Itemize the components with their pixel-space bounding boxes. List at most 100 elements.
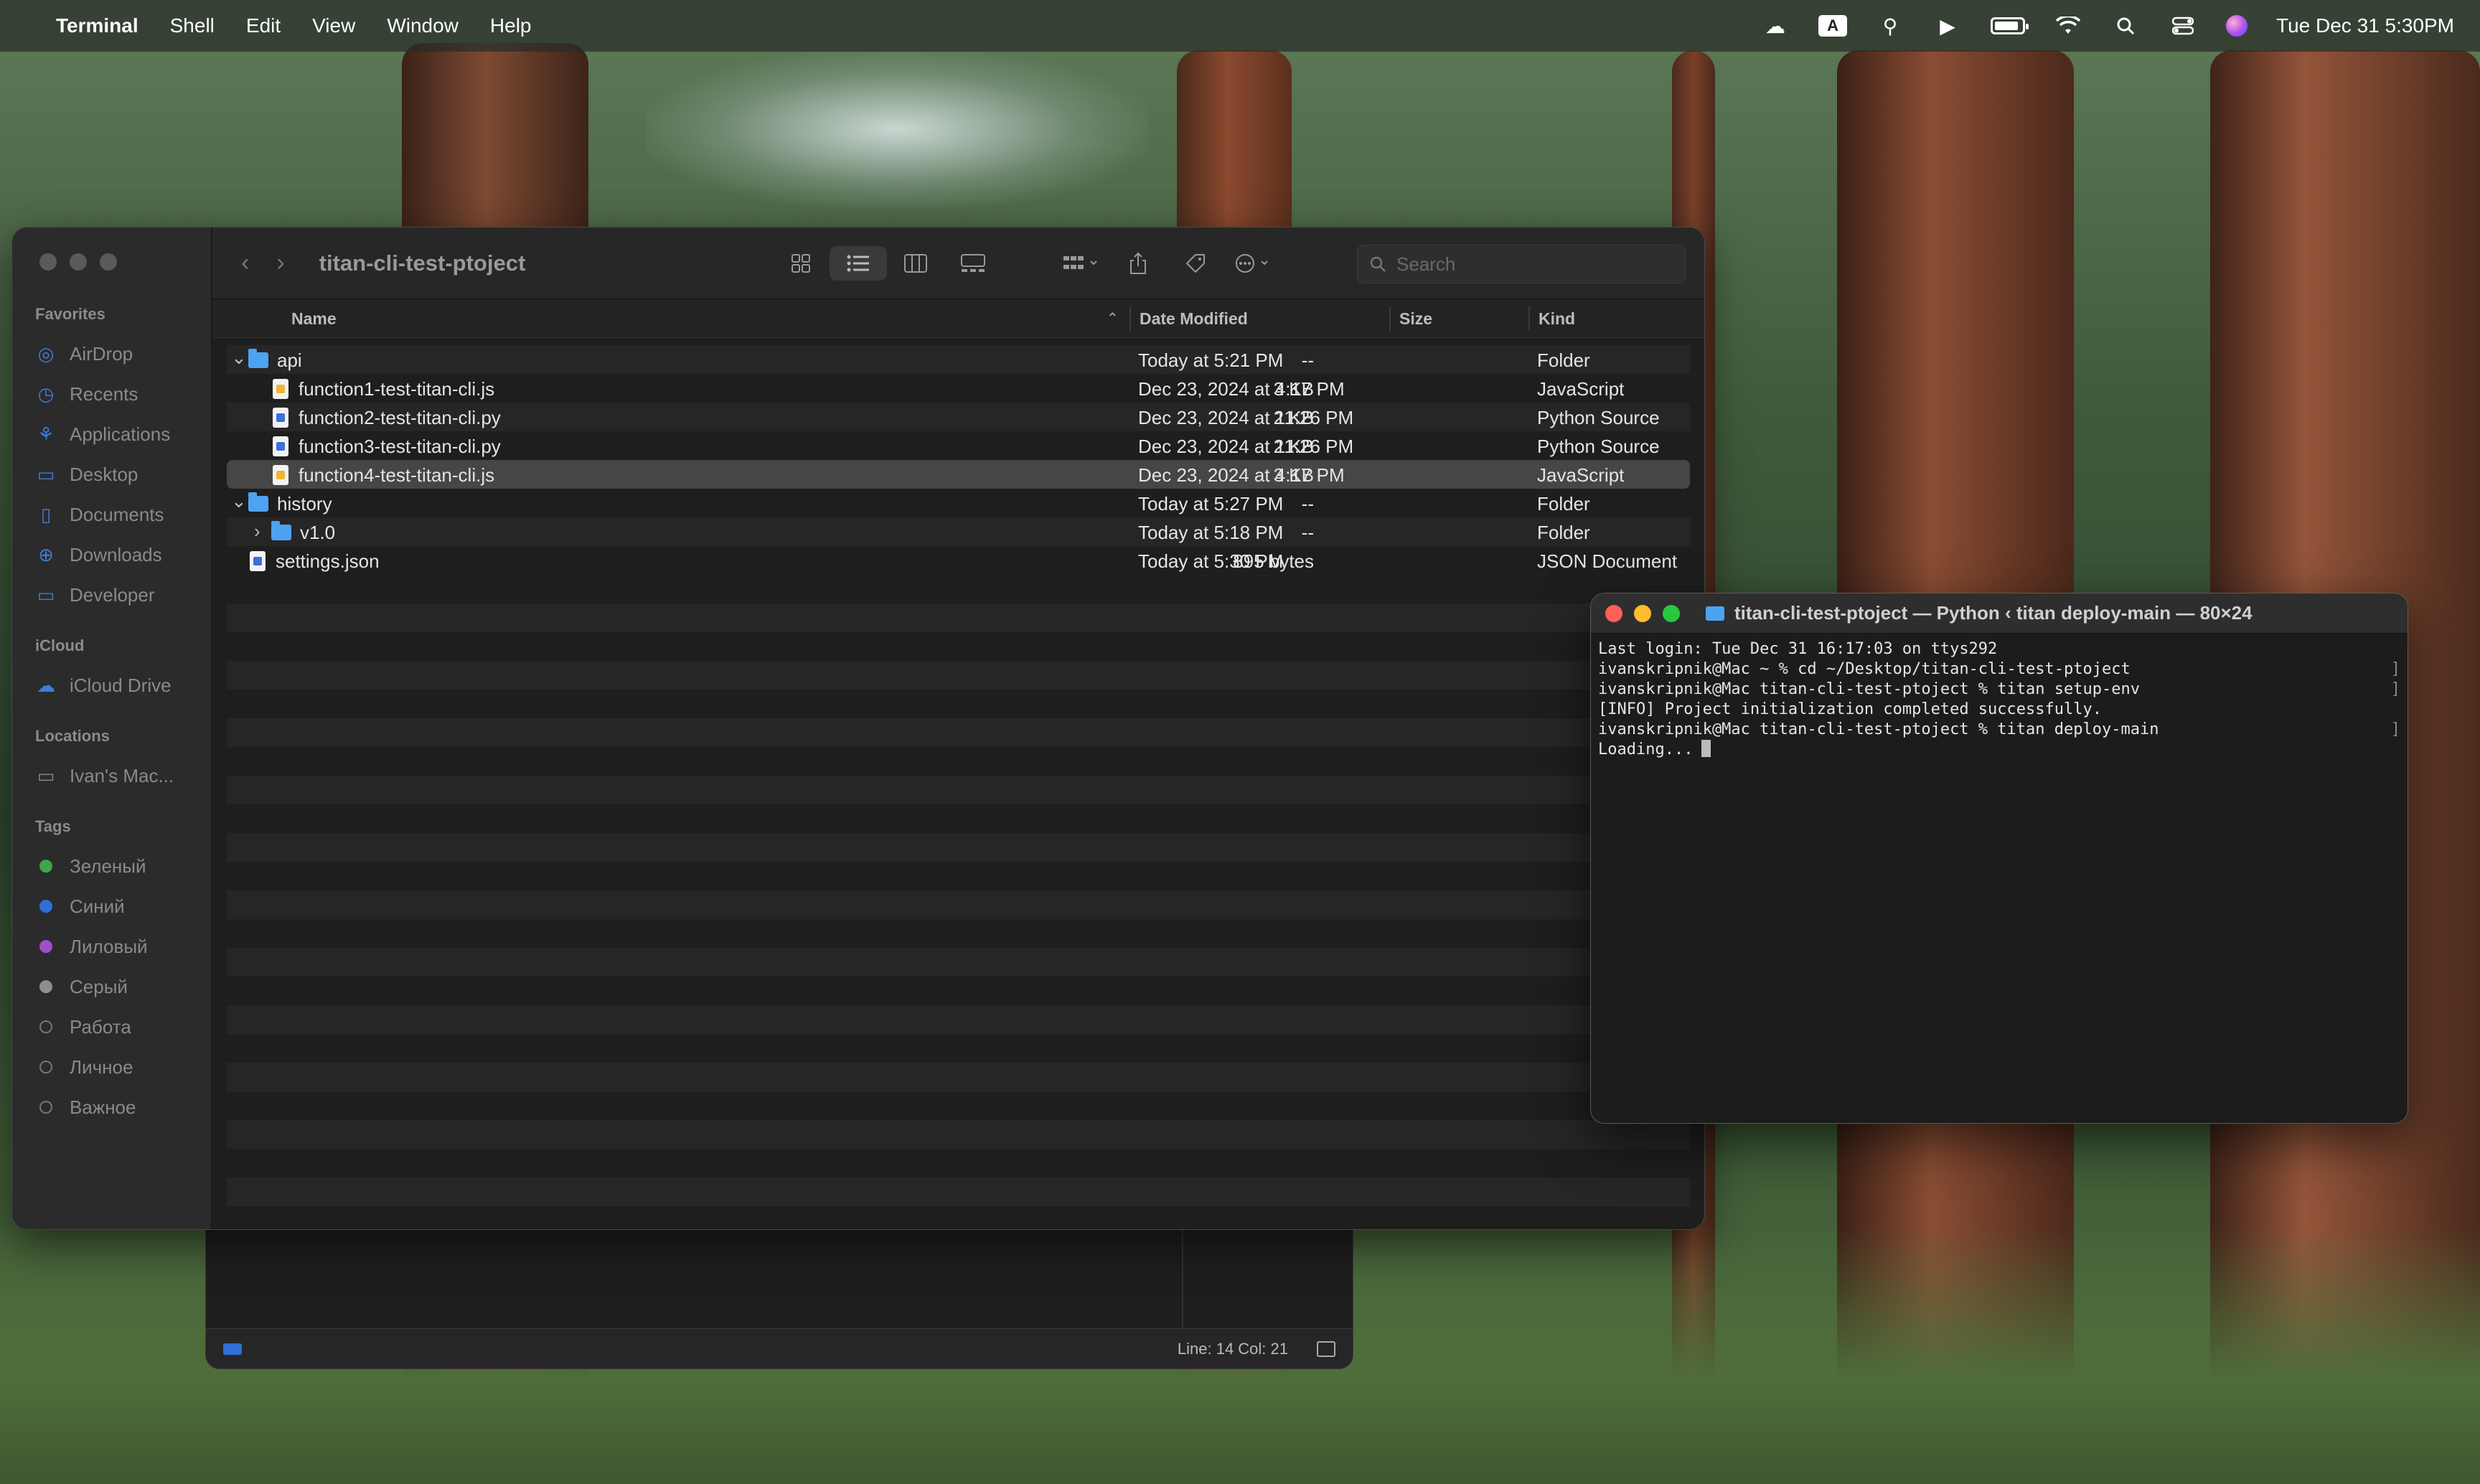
spotlight-search-icon[interactable] <box>2111 15 2140 37</box>
back-button[interactable]: ‹ <box>241 249 249 277</box>
battery-icon[interactable] <box>1991 17 2029 34</box>
column-header-kind[interactable]: Kind <box>1539 309 1575 329</box>
menubar-clock[interactable]: Tue Dec 31 5:30PM <box>2276 14 2454 37</box>
file-date: Dec 23, 2024 at 11:26 PM <box>1138 436 1354 457</box>
keyboard-input-icon[interactable]: A <box>1818 15 1848 37</box>
javascript-file-icon <box>273 379 288 399</box>
file-row-function1[interactable]: function1-test-titan-cli.js Dec 23, 2024… <box>227 374 1690 403</box>
column-header-date[interactable]: Date Modified <box>1140 309 1248 329</box>
disclosure-open-icon[interactable]: ⌄ <box>231 347 247 369</box>
sidebar-item-recents[interactable]: ◷ Recents <box>12 374 211 414</box>
cloud-icon: ☁ <box>37 674 55 696</box>
gallery-view-button[interactable] <box>944 246 1002 281</box>
file-row-history[interactable]: ⌄ history Today at 5:27 PM -- Folder <box>227 489 1690 517</box>
menu-shell[interactable]: Shell <box>170 14 215 37</box>
panel-toggle-icon[interactable] <box>1317 1340 1335 1357</box>
terminal-line: Loading... <box>1598 740 2400 760</box>
siri-icon[interactable] <box>2226 15 2248 37</box>
column-header-name[interactable]: Name <box>291 309 337 329</box>
file-size: 895 bytes <box>1233 550 1314 572</box>
menu-help[interactable]: Help <box>490 14 532 37</box>
sidebar-item-documents[interactable]: ▯ Documents <box>12 494 211 535</box>
terminal-line: ivanskripnik@Mac titan-cli-test-ptoject … <box>1598 720 2400 738</box>
cloud-sync-icon[interactable]: ☁ <box>1761 15 1790 37</box>
close-button[interactable] <box>1605 605 1622 622</box>
zoom-button[interactable] <box>1663 605 1680 622</box>
zoom-button[interactable] <box>100 253 117 271</box>
group-by-button[interactable] <box>1052 246 1109 281</box>
terminal-titlebar[interactable]: titan-cli-test-ptoject — Python ‹ titan … <box>1591 593 2408 634</box>
search-field[interactable] <box>1357 245 1686 283</box>
download-icon: ⊕ <box>38 543 54 565</box>
cursor-position[interactable]: Line: 14 Col: 21 <box>1178 1340 1288 1358</box>
sidebar-item-desktop[interactable]: ▭ Desktop <box>12 454 211 494</box>
language-indicator-icon[interactable] <box>223 1343 242 1355</box>
control-center-icon[interactable] <box>2169 15 2197 37</box>
sidebar-tag-green[interactable]: Зеленый <box>12 846 211 886</box>
column-view-button[interactable] <box>887 246 944 281</box>
file-name: history <box>277 493 332 515</box>
file-row-function2[interactable]: function2-test-titan-cli.py Dec 23, 2024… <box>227 403 1690 431</box>
menu-app-name[interactable]: Terminal <box>56 14 138 37</box>
minimize-button[interactable] <box>70 253 87 271</box>
terminal-output[interactable]: Last login: Tue Dec 31 16:17:03 on ttys2… <box>1591 634 2408 766</box>
finder-content: ‹ › titan-cli-test-ptoject Search Name ⌃… <box>212 227 1704 1229</box>
file-kind: Folder <box>1537 522 1590 543</box>
sidebar-item-icloud-drive[interactable]: ☁ iCloud Drive <box>12 665 211 705</box>
list-view-button[interactable] <box>830 246 887 281</box>
sidebar-item-applications[interactable]: ⚘ Applications <box>12 414 211 454</box>
sidebar-item-developer[interactable]: ▭ Developer <box>12 575 211 615</box>
file-name: v1.0 <box>300 522 336 543</box>
terminal-window[interactable]: titan-cli-test-ptoject — Python ‹ titan … <box>1590 593 2408 1124</box>
sidebar-item-downloads[interactable]: ⊕ Downloads <box>12 535 211 575</box>
sort-ascending-icon[interactable]: ⌃ <box>1107 309 1119 327</box>
search-input[interactable] <box>1396 253 1669 276</box>
file-kind: Python Source <box>1537 436 1660 457</box>
column-separator[interactable] <box>1389 306 1391 331</box>
file-row-settings[interactable]: settings.json Today at 5:30 PM 895 bytes… <box>227 546 1690 575</box>
desktop-icon: ▭ <box>37 463 55 485</box>
airdrop-status-icon[interactable]: ⚲ <box>1876 15 1904 37</box>
tag-color-icon <box>39 980 52 993</box>
menu-view[interactable]: View <box>312 14 355 37</box>
column-separator[interactable] <box>1528 306 1530 331</box>
file-name: api <box>277 349 302 371</box>
file-row-v1[interactable]: › v1.0 Today at 5:18 PM -- Folder <box>227 517 1690 546</box>
sidebar-tag-blue[interactable]: Синий <box>12 886 211 926</box>
folder-icon <box>248 492 268 512</box>
file-row-api[interactable]: ⌄ api Today at 5:21 PM -- Folder <box>227 345 1690 374</box>
forward-button[interactable]: › <box>276 249 284 277</box>
sidebar-tag-personal[interactable]: Личное <box>12 1047 211 1087</box>
now-playing-icon[interactable]: ▶ <box>1933 15 1962 37</box>
file-row-function4[interactable]: function4-test-titan-cli.js Dec 23, 2024… <box>227 460 1690 489</box>
sidebar-tag-work[interactable]: Работа <box>12 1007 211 1047</box>
file-name: function1-test-titan-cli.js <box>299 378 495 400</box>
share-button[interactable] <box>1109 246 1167 281</box>
tag-empty-icon <box>39 1020 52 1033</box>
sidebar-tag-important[interactable]: Важное <box>12 1087 211 1127</box>
menu-edit[interactable]: Edit <box>246 14 281 37</box>
tag-button[interactable] <box>1167 246 1224 281</box>
disclosure-open-icon[interactable]: ⌄ <box>231 490 247 512</box>
sidebar-tag-purple[interactable]: Лиловый <box>12 926 211 967</box>
sidebar-item-mac[interactable]: ▭ Ivan's Mac... <box>12 756 211 796</box>
icon-view-button[interactable] <box>772 246 830 281</box>
toolbar-actions <box>1052 246 1282 281</box>
sidebar-tag-gray[interactable]: Серый <box>12 967 211 1007</box>
file-row-function3[interactable]: function3-test-titan-cli.py Dec 23, 2024… <box>227 431 1690 460</box>
more-actions-button[interactable] <box>1224 246 1282 281</box>
disclosure-closed-icon[interactable]: › <box>254 520 260 543</box>
column-header-size[interactable]: Size <box>1399 309 1432 329</box>
sidebar-section-icloud: iCloud <box>35 637 85 654</box>
sidebar-item-airdrop[interactable]: ◎ AirDrop <box>12 334 211 374</box>
minimize-button[interactable] <box>1634 605 1651 622</box>
clock-icon: ◷ <box>37 382 55 405</box>
close-button[interactable] <box>39 253 57 271</box>
view-switcher <box>772 246 1002 281</box>
menu-window[interactable]: Window <box>387 14 459 37</box>
file-list: ⌄ api Today at 5:21 PM -- Folder functio… <box>227 345 1690 575</box>
file-date: Today at 5:18 PM <box>1138 522 1284 543</box>
wifi-icon[interactable] <box>2054 15 2082 37</box>
search-icon <box>1370 256 1386 272</box>
column-separator[interactable] <box>1129 306 1131 331</box>
